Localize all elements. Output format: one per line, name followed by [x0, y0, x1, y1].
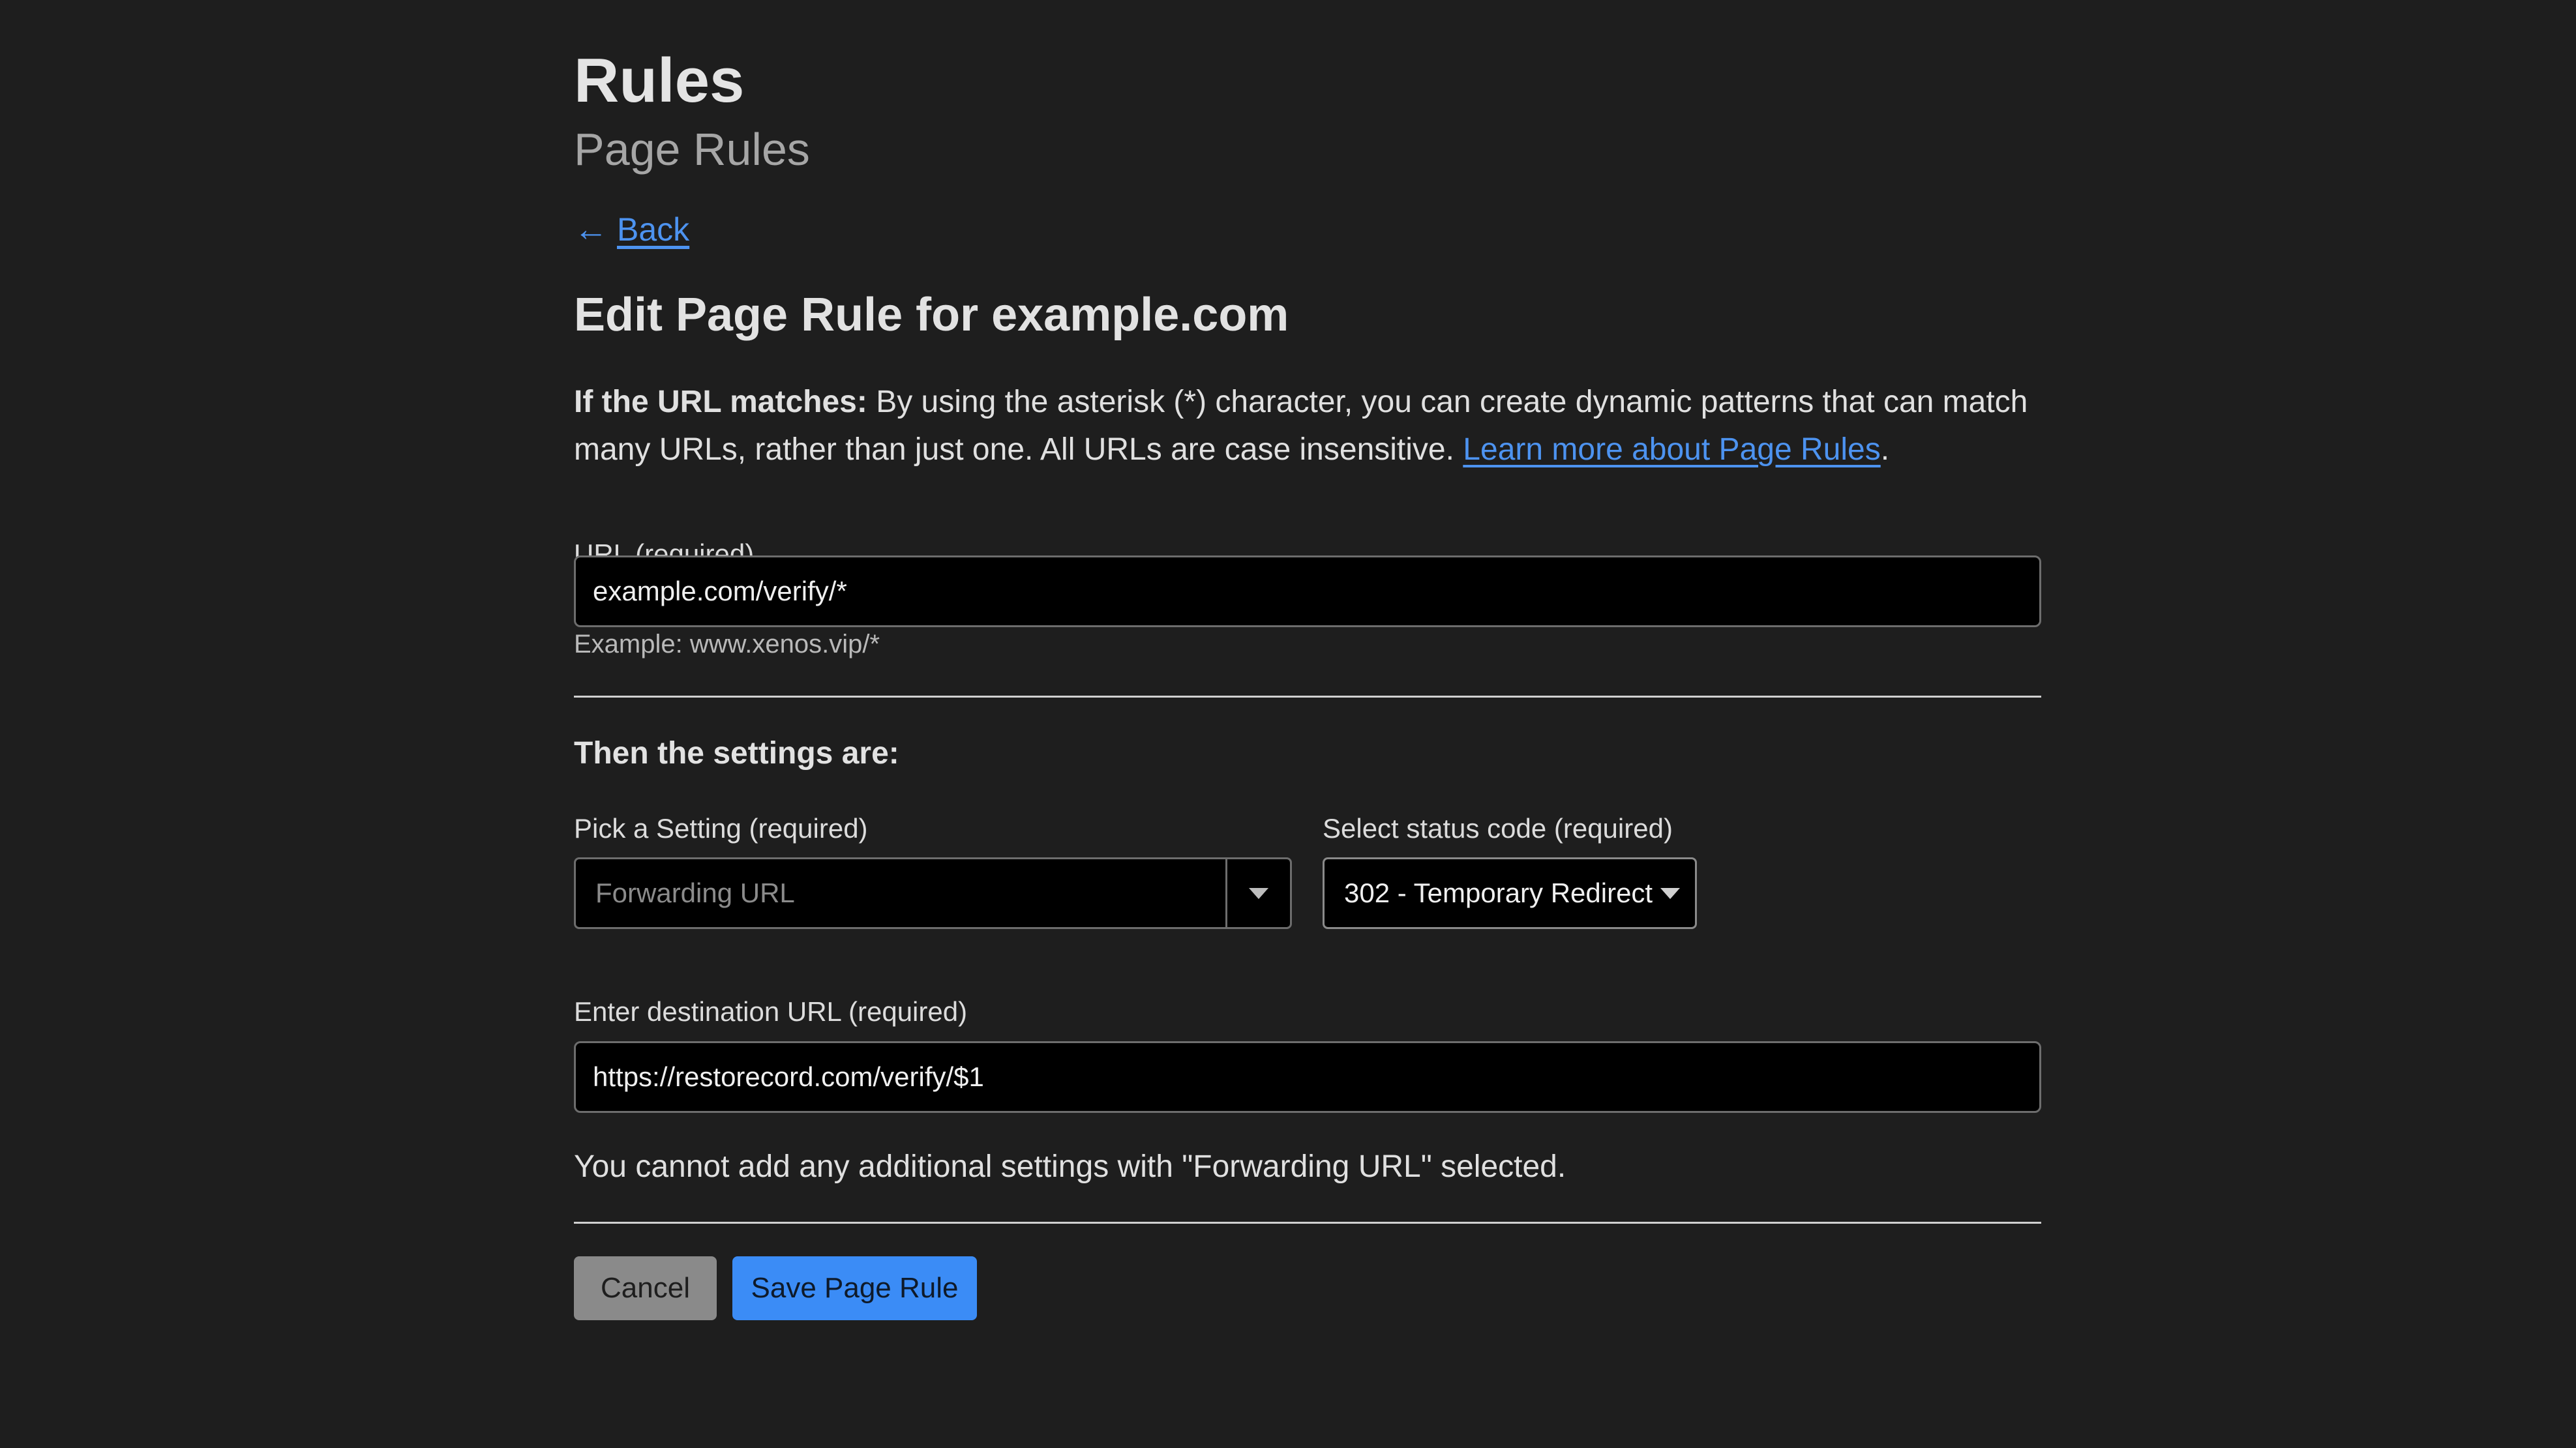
url-match-description: If the URL matches: By using the asteris…	[574, 378, 2041, 473]
status-code-value: 302 - Temporary Redirect	[1344, 878, 1653, 908]
page-title: Rules	[574, 46, 745, 115]
cancel-button[interactable]: Cancel	[574, 1256, 717, 1320]
description-end: .	[1880, 432, 1890, 467]
divider	[574, 1222, 2041, 1224]
destination-url-value: https://restorecord.com/verify/$1	[593, 1061, 984, 1092]
url-example-hint: Example: www.xenos.vip/*	[574, 630, 880, 658]
status-code-label: Select status code (required)	[1323, 813, 1673, 844]
learn-more-link[interactable]: Learn more about Page Rules	[1463, 432, 1880, 467]
setting-select[interactable]: Forwarding URL	[574, 857, 1292, 929]
divider	[574, 696, 2041, 698]
destination-url-input[interactable]: https://restorecord.com/verify/$1	[574, 1041, 2041, 1113]
forwarding-url-note: You cannot add any additional settings w…	[574, 1149, 1566, 1184]
destination-url-label: Enter destination URL (required)	[574, 996, 968, 1027]
arrow-left-icon: ←	[574, 211, 608, 248]
setting-select-value: Forwarding URL	[595, 878, 795, 908]
settings-section-title: Then the settings are:	[574, 736, 899, 771]
page-subtitle: Page Rules	[574, 124, 810, 175]
edit-rule-heading: Edit Page Rule for example.com	[574, 289, 1289, 341]
back-link[interactable]: ← Back	[574, 210, 689, 249]
setting-dropdown-toggle[interactable]	[1225, 859, 1290, 927]
save-page-rule-button[interactable]: Save Page Rule	[732, 1256, 977, 1320]
back-link-label: Back	[617, 211, 690, 248]
url-input-value: example.com/verify/*	[593, 576, 847, 606]
description-bold: If the URL matches:	[574, 385, 867, 419]
caret-down-icon	[1249, 887, 1268, 899]
status-code-select[interactable]: 302 - Temporary Redirect	[1323, 857, 1697, 929]
url-input[interactable]: example.com/verify/*	[574, 555, 2041, 627]
caret-down-icon	[1660, 887, 1681, 899]
setting-picker-label: Pick a Setting (required)	[574, 813, 868, 844]
